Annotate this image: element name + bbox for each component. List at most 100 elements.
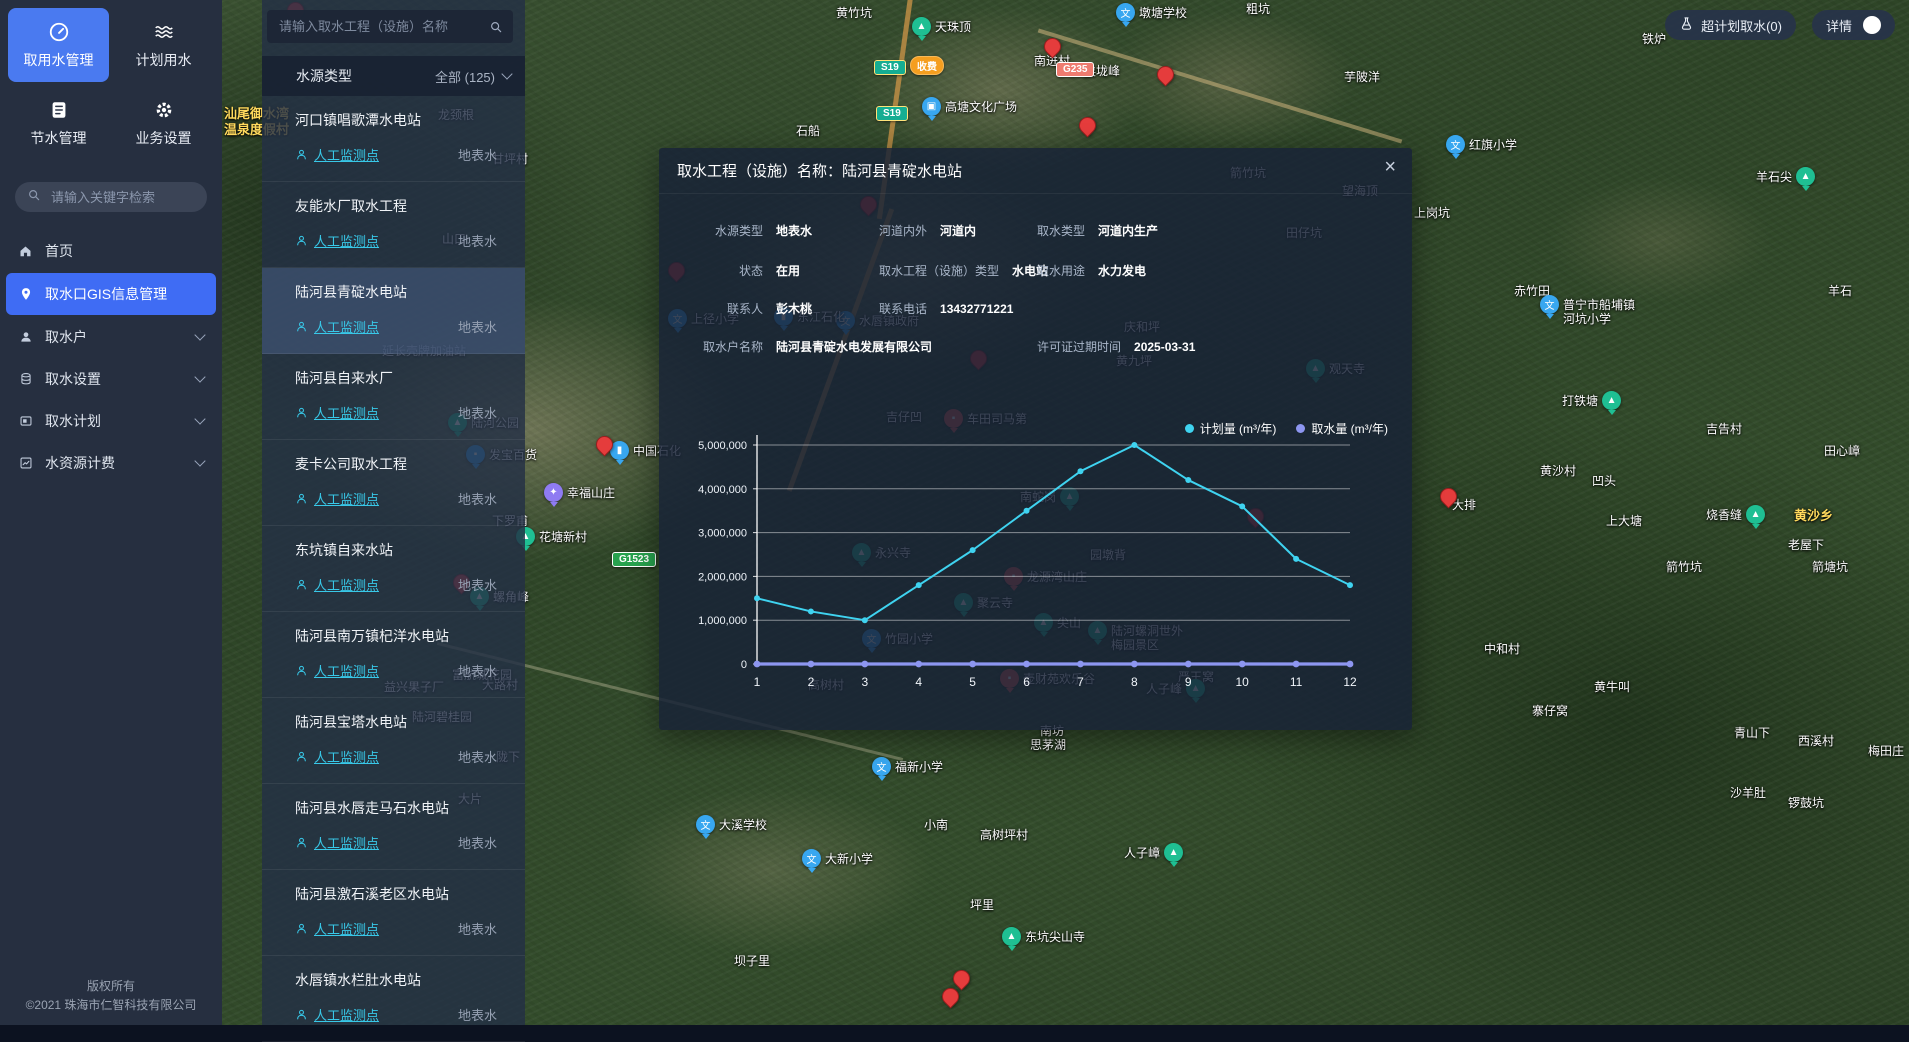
water-source-type: 地表水 [458, 575, 497, 594]
data-point[interactable] [970, 547, 976, 553]
sidebar-item-label: 水资源计费 [45, 453, 115, 473]
x-axis-tick-label: 5 [969, 675, 976, 689]
station-list-item[interactable]: 陆河县水唇走马石水电站人工监测点地表水 [262, 784, 525, 870]
filter-value-dropdown[interactable]: 全部 (125) [435, 67, 511, 86]
data-point[interactable] [1293, 661, 1300, 668]
sidebar-item[interactable]: 取水计划 [0, 400, 222, 442]
x-axis-tick-label: 12 [1343, 675, 1357, 689]
data-point[interactable] [915, 661, 922, 668]
map-label: 坪里 [970, 898, 994, 912]
data-point[interactable] [1077, 468, 1083, 474]
sidebar-item[interactable]: 首页 [0, 230, 222, 272]
map-label: 羊石 [1828, 284, 1852, 298]
intake-point-pin[interactable] [949, 966, 973, 990]
over-plan-water-button[interactable]: 超计划取水(0) [1665, 10, 1796, 40]
data-point[interactable] [754, 595, 760, 601]
map-label: 箭塘坑 [1812, 560, 1848, 574]
station-search[interactable] [267, 10, 513, 43]
map-poi: 文墩塘学校 [1116, 6, 1187, 22]
close-icon[interactable]: × [1384, 157, 1396, 177]
data-point[interactable] [1131, 661, 1138, 668]
station-list-item[interactable]: 陆河县南万镇杞洋水电站人工监测点地表水 [262, 612, 525, 698]
data-point[interactable] [862, 617, 868, 623]
detail-toggle[interactable]: 详情 [1812, 10, 1895, 40]
data-point[interactable] [1347, 661, 1354, 668]
station-detail-modal: 取水工程（设施）名称：陆河县青碇水电站 × 水源类型地表水河道内外河道内取水类型… [659, 148, 1412, 730]
field-group: 取水工程（设施）类型水电站 [879, 262, 1048, 279]
data-point[interactable] [861, 661, 868, 668]
sidebar-item[interactable]: 取水设置 [0, 358, 222, 400]
sidebar-item[interactable]: 水资源计费 [0, 442, 222, 484]
module-gauge[interactable]: 取用水管理 [8, 8, 109, 82]
map-label: G1523 [612, 552, 656, 567]
water-source-type: 地表水 [458, 317, 497, 336]
data-point[interactable] [916, 582, 922, 588]
station-name: 陆河县南万镇杞洋水电站 [295, 626, 497, 646]
module-document[interactable]: 节水管理 [8, 86, 109, 160]
station-list-item[interactable]: 陆河县激石溪老区水电站人工监测点地表水 [262, 870, 525, 956]
modal-title: 取水工程（设施）名称：陆河县青碇水电站 [659, 148, 1412, 194]
station-list-item[interactable]: 河口镇唱歌潭水电站人工监测点地表水 [262, 96, 525, 182]
station-list-item[interactable]: 陆河县自来水厂人工监测点地表水 [262, 354, 525, 440]
intake-point-pin[interactable] [1075, 113, 1099, 137]
module-gear[interactable]: 业务设置 [113, 86, 214, 160]
manual-monitor-link[interactable]: 人工监测点 [295, 919, 379, 938]
sidebar-item-label: 取水设置 [45, 369, 101, 389]
data-point[interactable] [1077, 661, 1084, 668]
station-list-item[interactable]: 麦卡公司取水工程人工监测点地表水 [262, 440, 525, 526]
map-label: S19 [874, 60, 906, 75]
field-label: 取水用途 [1037, 262, 1085, 279]
water-source-type: 地表水 [458, 231, 497, 250]
station-list-item[interactable]: 陆河县宝塔水电站人工监测点地表水 [262, 698, 525, 784]
data-point[interactable] [1293, 556, 1299, 562]
map-poi: ▲羊石尖 [1756, 170, 1815, 186]
manual-monitor-link[interactable]: 人工监测点 [295, 575, 379, 594]
data-point[interactable] [808, 608, 814, 614]
manual-monitor-link[interactable]: 人工监测点 [295, 403, 379, 422]
data-point[interactable] [1185, 661, 1192, 668]
person-icon [295, 492, 308, 505]
toggle-knob[interactable] [1863, 16, 1881, 34]
station-list-item[interactable]: 陆河县青碇水电站人工监测点地表水 [262, 268, 525, 354]
monitor-type: 人工监测点 [314, 1005, 379, 1024]
data-point[interactable] [1347, 582, 1353, 588]
sidebar-item[interactable]: 取水户 [0, 316, 222, 358]
data-point[interactable] [1024, 508, 1030, 514]
manual-monitor-link[interactable]: 人工监测点 [295, 489, 379, 508]
data-point[interactable] [969, 661, 976, 668]
manual-monitor-link[interactable]: 人工监测点 [295, 317, 379, 336]
water-source-type: 地表水 [458, 747, 497, 766]
map-label: 寨仔窝 [1532, 704, 1568, 718]
station-list-item[interactable]: 东坑镇自来水站人工监测点地表水 [262, 526, 525, 612]
x-axis-tick-label: 2 [808, 675, 815, 689]
field-group: 联系人彭木桃 [689, 300, 812, 317]
data-point[interactable] [1023, 661, 1030, 668]
data-point[interactable] [1239, 503, 1245, 509]
station-search-input[interactable] [277, 18, 481, 35]
manual-monitor-link[interactable]: 人工监测点 [295, 231, 379, 250]
sidebar-search[interactable] [15, 182, 207, 212]
field-row: 联系人彭木桃联系电话13432771221 [689, 300, 1392, 318]
data-point[interactable] [754, 661, 761, 668]
source-type-filter[interactable]: 水源类型 全部 (125) [262, 56, 525, 96]
map-label: 思茅湖 [1030, 738, 1066, 752]
x-axis-tick-label: 1 [754, 675, 761, 689]
sidebar: 取用水管理计划用水节水管理业务设置 首页取水口GIS信息管理取水户取水设置取水计… [0, 0, 222, 1025]
station-list-item[interactable]: 水唇镇水栏肚水电站人工监测点地表水 [262, 956, 525, 1042]
data-point[interactable] [1131, 442, 1137, 448]
sidebar-search-input[interactable] [49, 189, 229, 206]
manual-monitor-link[interactable]: 人工监测点 [295, 747, 379, 766]
station-list-item[interactable]: 友能水厂取水工程人工监测点地表水 [262, 182, 525, 268]
data-point[interactable] [808, 661, 815, 668]
field-value: 2025-03-31 [1134, 340, 1195, 354]
manual-monitor-link[interactable]: 人工监测点 [295, 661, 379, 680]
manual-monitor-link[interactable]: 人工监测点 [295, 833, 379, 852]
sidebar-item[interactable]: 取水口GIS信息管理 [6, 273, 216, 315]
module-waves[interactable]: 计划用水 [113, 8, 214, 82]
data-point[interactable] [1239, 661, 1246, 668]
x-axis-tick-label: 11 [1290, 675, 1303, 689]
manual-monitor-link[interactable]: 人工监测点 [295, 145, 379, 164]
person-icon [295, 406, 308, 419]
data-point[interactable] [1185, 477, 1191, 483]
manual-monitor-link[interactable]: 人工监测点 [295, 1005, 379, 1024]
